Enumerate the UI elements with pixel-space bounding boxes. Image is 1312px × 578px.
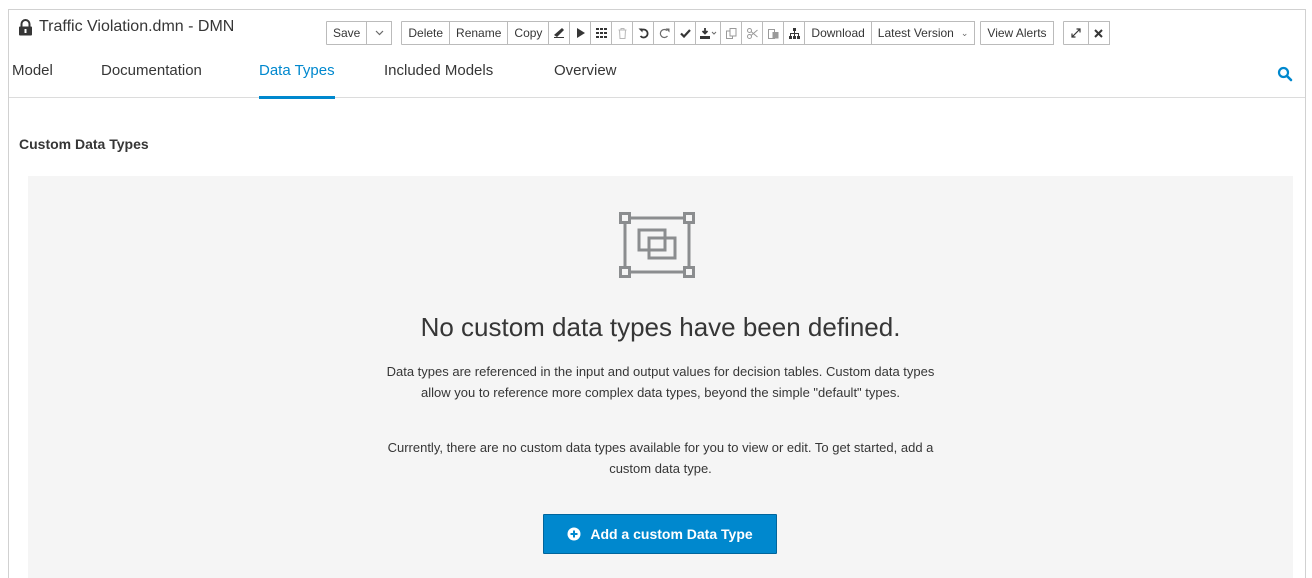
- editor-title-text: Traffic Violation.dmn - DMN: [39, 18, 235, 35]
- toolbar: Save Delete Rename Copy Download Latest …: [326, 21, 1110, 45]
- delete-button[interactable]: Delete: [401, 21, 451, 45]
- diagram-layout-button[interactable]: [783, 21, 806, 45]
- sitemap-icon: [788, 27, 800, 39]
- rename-button[interactable]: Rename: [449, 21, 509, 45]
- caret-down-icon: [375, 30, 384, 36]
- delete-selection-button[interactable]: [611, 21, 634, 45]
- search-icon[interactable]: [1277, 66, 1293, 82]
- lock-icon: [19, 18, 32, 35]
- save-button[interactable]: Save: [326, 21, 368, 45]
- plus-circle-icon: [567, 527, 581, 541]
- grid-button[interactable]: [590, 21, 613, 45]
- eraser-icon: [554, 28, 565, 38]
- alerts-group: View Alerts: [980, 21, 1054, 45]
- copy-icon: [725, 27, 737, 39]
- section-title: Custom Data Types: [19, 136, 149, 152]
- clear-button[interactable]: [548, 21, 571, 45]
- caret-down-icon: ⌄: [960, 27, 969, 38]
- undo-button[interactable]: [632, 21, 655, 45]
- undo-icon: [638, 28, 649, 38]
- close-button[interactable]: [1087, 21, 1110, 45]
- grid-icon: [595, 28, 607, 38]
- info-line: Currently, there are no custom data type…: [387, 440, 934, 455]
- data-types-icon: [619, 212, 695, 278]
- empty-state: No custom data types have been defined. …: [28, 176, 1293, 578]
- cut-button[interactable]: [741, 21, 764, 45]
- copy-button[interactable]: Copy: [507, 21, 550, 45]
- tab-included-models[interactable]: Included Models: [384, 62, 493, 98]
- add-custom-data-type-button[interactable]: Add a custom Data Type: [543, 514, 777, 554]
- paste-icon: [767, 28, 779, 39]
- add-custom-data-type-label: Add a custom Data Type: [590, 526, 753, 542]
- tab-overview[interactable]: Overview: [554, 62, 617, 98]
- paste-button[interactable]: [762, 21, 785, 45]
- play-icon: [576, 28, 585, 38]
- empty-state-description: Data types are referenced in the input a…: [28, 361, 1293, 403]
- copy-selection-button[interactable]: [720, 21, 743, 45]
- version-label: Latest Version: [877, 26, 954, 40]
- editor-frame: Traffic Violation.dmn - DMN Save Delete …: [8, 9, 1306, 578]
- view-alerts-button[interactable]: View Alerts: [980, 21, 1054, 45]
- validate-button[interactable]: [674, 21, 697, 45]
- check-icon: [680, 28, 691, 38]
- close-icon: [1094, 28, 1103, 38]
- trash-icon: [618, 27, 627, 39]
- empty-state-title: No custom data types have been defined.: [420, 312, 901, 342]
- maximize-button[interactable]: [1062, 21, 1089, 45]
- redo-icon: [659, 28, 670, 38]
- editor-tabs: Model Documentation Data Types Included …: [9, 62, 1305, 99]
- empty-state-info: Currently, there are no custom data type…: [28, 437, 1293, 479]
- tab-model[interactable]: Model: [12, 62, 53, 98]
- window-controls: [1062, 21, 1110, 45]
- download-button[interactable]: Download: [804, 21, 872, 45]
- info-line: custom data type.: [609, 461, 712, 476]
- run-button[interactable]: [569, 21, 592, 45]
- version-select[interactable]: Latest Version ⌄: [870, 21, 976, 45]
- export-button[interactable]: [695, 21, 722, 45]
- description-line: allow you to reference more complex data…: [421, 385, 900, 400]
- tab-documentation[interactable]: Documentation: [101, 62, 202, 98]
- title-bar: Traffic Violation.dmn - DMN Save Delete …: [9, 10, 1305, 48]
- editor-title: Traffic Violation.dmn - DMN: [18, 18, 234, 36]
- save-group: Save: [326, 21, 393, 45]
- expand-icon: [1070, 28, 1081, 38]
- tab-data-types[interactable]: Data Types: [259, 62, 335, 99]
- cut-icon: [746, 27, 758, 39]
- description-line: Data types are referenced in the input a…: [386, 364, 935, 379]
- redo-button[interactable]: [653, 21, 676, 45]
- download-icon: [699, 27, 717, 39]
- save-options-button[interactable]: [366, 21, 393, 45]
- edit-group: Delete Rename Copy Download Latest Versi…: [401, 21, 976, 45]
